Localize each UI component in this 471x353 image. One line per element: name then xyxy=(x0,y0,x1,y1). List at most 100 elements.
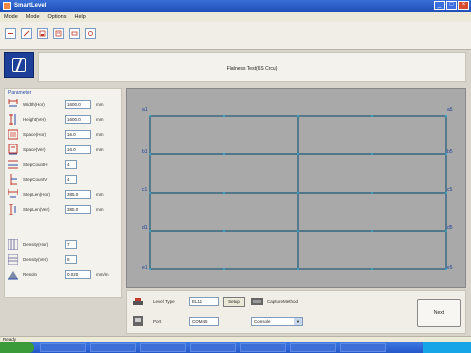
close-button[interactable]: × xyxy=(458,1,469,10)
param-label: Space(Hor) xyxy=(23,132,47,137)
save-button[interactable] xyxy=(37,28,48,39)
header-panel: Flatness Test(6S Crcu) xyxy=(38,52,466,82)
grid-label-right: e5 xyxy=(447,265,453,271)
settings-button[interactable] xyxy=(85,28,96,39)
menu-mode-2[interactable]: Mode xyxy=(22,14,44,20)
param-label: Resoln xyxy=(23,272,38,277)
menu-mode[interactable]: Mode xyxy=(0,14,22,20)
taskbar-item[interactable] xyxy=(90,343,136,352)
grid-node xyxy=(371,153,373,155)
param-row: StepCountH 4 xyxy=(5,159,123,171)
taskbar-item[interactable] xyxy=(40,343,86,352)
grid-label-right: c5 xyxy=(447,187,453,193)
system-tray xyxy=(423,342,471,353)
menu-help[interactable]: Help xyxy=(71,14,90,20)
grid-node xyxy=(297,268,299,270)
next-button[interactable]: Next xyxy=(417,299,461,327)
param-row: StepLen(Ver) 385.0 mm xyxy=(5,204,123,216)
port-label: Port xyxy=(153,319,162,324)
taskbar-item[interactable] xyxy=(190,343,236,352)
grid-node xyxy=(445,115,447,117)
level-type-label: Level Type xyxy=(153,299,175,304)
step-count-h-input[interactable]: 4 xyxy=(65,160,77,169)
step-len-ver-icon xyxy=(9,204,16,215)
grid-label-left: b1 xyxy=(142,149,148,155)
start-button[interactable] xyxy=(0,342,34,353)
capture-method-label: CaptureMethod xyxy=(267,299,299,304)
grid-node xyxy=(149,153,151,155)
export-button[interactable] xyxy=(53,28,64,39)
grid-label-left: d1 xyxy=(142,225,148,231)
param-label: StepCountV xyxy=(23,177,48,182)
capture-device-icon xyxy=(251,298,263,305)
grid-node xyxy=(297,192,299,194)
capture-method-select[interactable]: Console ▼ xyxy=(251,317,303,326)
port-icon xyxy=(133,316,143,326)
measurement-grid[interactable]: a1 b1 c1 d1 e1 a5 b5 c5 d5 e5 xyxy=(126,88,466,288)
level-type-field[interactable]: EL11 xyxy=(189,297,219,306)
param-label: StepCountH xyxy=(23,162,48,167)
grid-node xyxy=(371,192,373,194)
app-logo xyxy=(4,52,34,78)
param-unit: mm/m xyxy=(96,272,109,277)
resolution-select[interactable]: 0.020 xyxy=(65,270,91,279)
space-ver-icon xyxy=(8,144,18,155)
grid-node xyxy=(297,230,299,232)
step-len-ver-input[interactable]: 385.0 xyxy=(65,205,91,214)
density-hor-input[interactable]: 7 xyxy=(65,240,77,249)
step-count-v-input[interactable]: 4 xyxy=(65,175,77,184)
taskbar-item[interactable] xyxy=(290,343,336,352)
param-label: Width(Hor) xyxy=(23,102,45,107)
app-icon xyxy=(3,2,11,10)
taskbar-item[interactable] xyxy=(140,343,186,352)
taskbar-item[interactable] xyxy=(340,343,386,352)
density-hor-icon xyxy=(8,239,18,250)
print-button[interactable] xyxy=(69,28,80,39)
grid-label-left: a1 xyxy=(142,107,148,113)
param-label: Density(Hor) xyxy=(23,242,49,247)
height-icon xyxy=(9,114,16,125)
param-row: Height(Ver) 1600.0 mm xyxy=(5,114,123,126)
param-label: StepLen(Ver) xyxy=(23,207,50,212)
setup-button[interactable]: Setup xyxy=(223,297,245,307)
height-input[interactable]: 1600.0 xyxy=(65,115,91,124)
density-ver-input[interactable]: 8 xyxy=(65,255,77,264)
menu-options[interactable]: Options xyxy=(44,14,71,20)
grid-label-right: b5 xyxy=(447,149,453,155)
parameter-panel: Parameter Width(Hor) 1600.0 mm Height(Ve… xyxy=(4,88,122,298)
grid-node xyxy=(149,192,151,194)
param-unit: mm xyxy=(96,117,104,122)
maximize-button[interactable]: □ xyxy=(446,1,457,10)
taskbar xyxy=(0,342,471,353)
export-icon xyxy=(55,30,62,37)
param-label: StepLen(Hor) xyxy=(23,192,51,197)
grid-node xyxy=(223,115,225,117)
step-len-hor-input[interactable]: 385.0 xyxy=(65,190,91,199)
param-unit: mm xyxy=(96,192,104,197)
param-row: StepLen(Hor) 385.0 mm xyxy=(5,189,123,201)
param-row: StepCountV 4 xyxy=(5,174,123,186)
width-input[interactable]: 1600.0 xyxy=(65,100,91,109)
level-device-icon xyxy=(133,298,143,305)
param-unit: mm xyxy=(96,147,104,152)
space-hor-input[interactable]: 16.0 xyxy=(65,130,91,139)
param-unit: mm xyxy=(96,132,104,137)
window-title: SmartLevel xyxy=(14,3,47,9)
grid-node xyxy=(371,115,373,117)
resolution-icon xyxy=(8,271,18,280)
grid-node xyxy=(149,115,151,117)
edit-button[interactable] xyxy=(21,28,32,39)
settings-icon xyxy=(88,31,93,36)
step-count-v-icon xyxy=(10,174,17,185)
grid-node xyxy=(371,230,373,232)
space-ver-input[interactable]: 16.0 xyxy=(65,145,91,154)
minimize-button[interactable]: _ xyxy=(434,1,445,10)
toolbar xyxy=(0,22,471,50)
chevron-down-icon: ▼ xyxy=(294,318,302,325)
taskbar-item[interactable] xyxy=(240,343,286,352)
port-field[interactable]: COM45 xyxy=(189,317,219,326)
param-row: Space(Ver) 16.0 mm xyxy=(5,144,123,156)
param-row: Width(Hor) 1600.0 mm xyxy=(5,99,123,111)
param-row: Density(Hor) 7 xyxy=(5,239,123,251)
new-button[interactable] xyxy=(5,28,16,39)
